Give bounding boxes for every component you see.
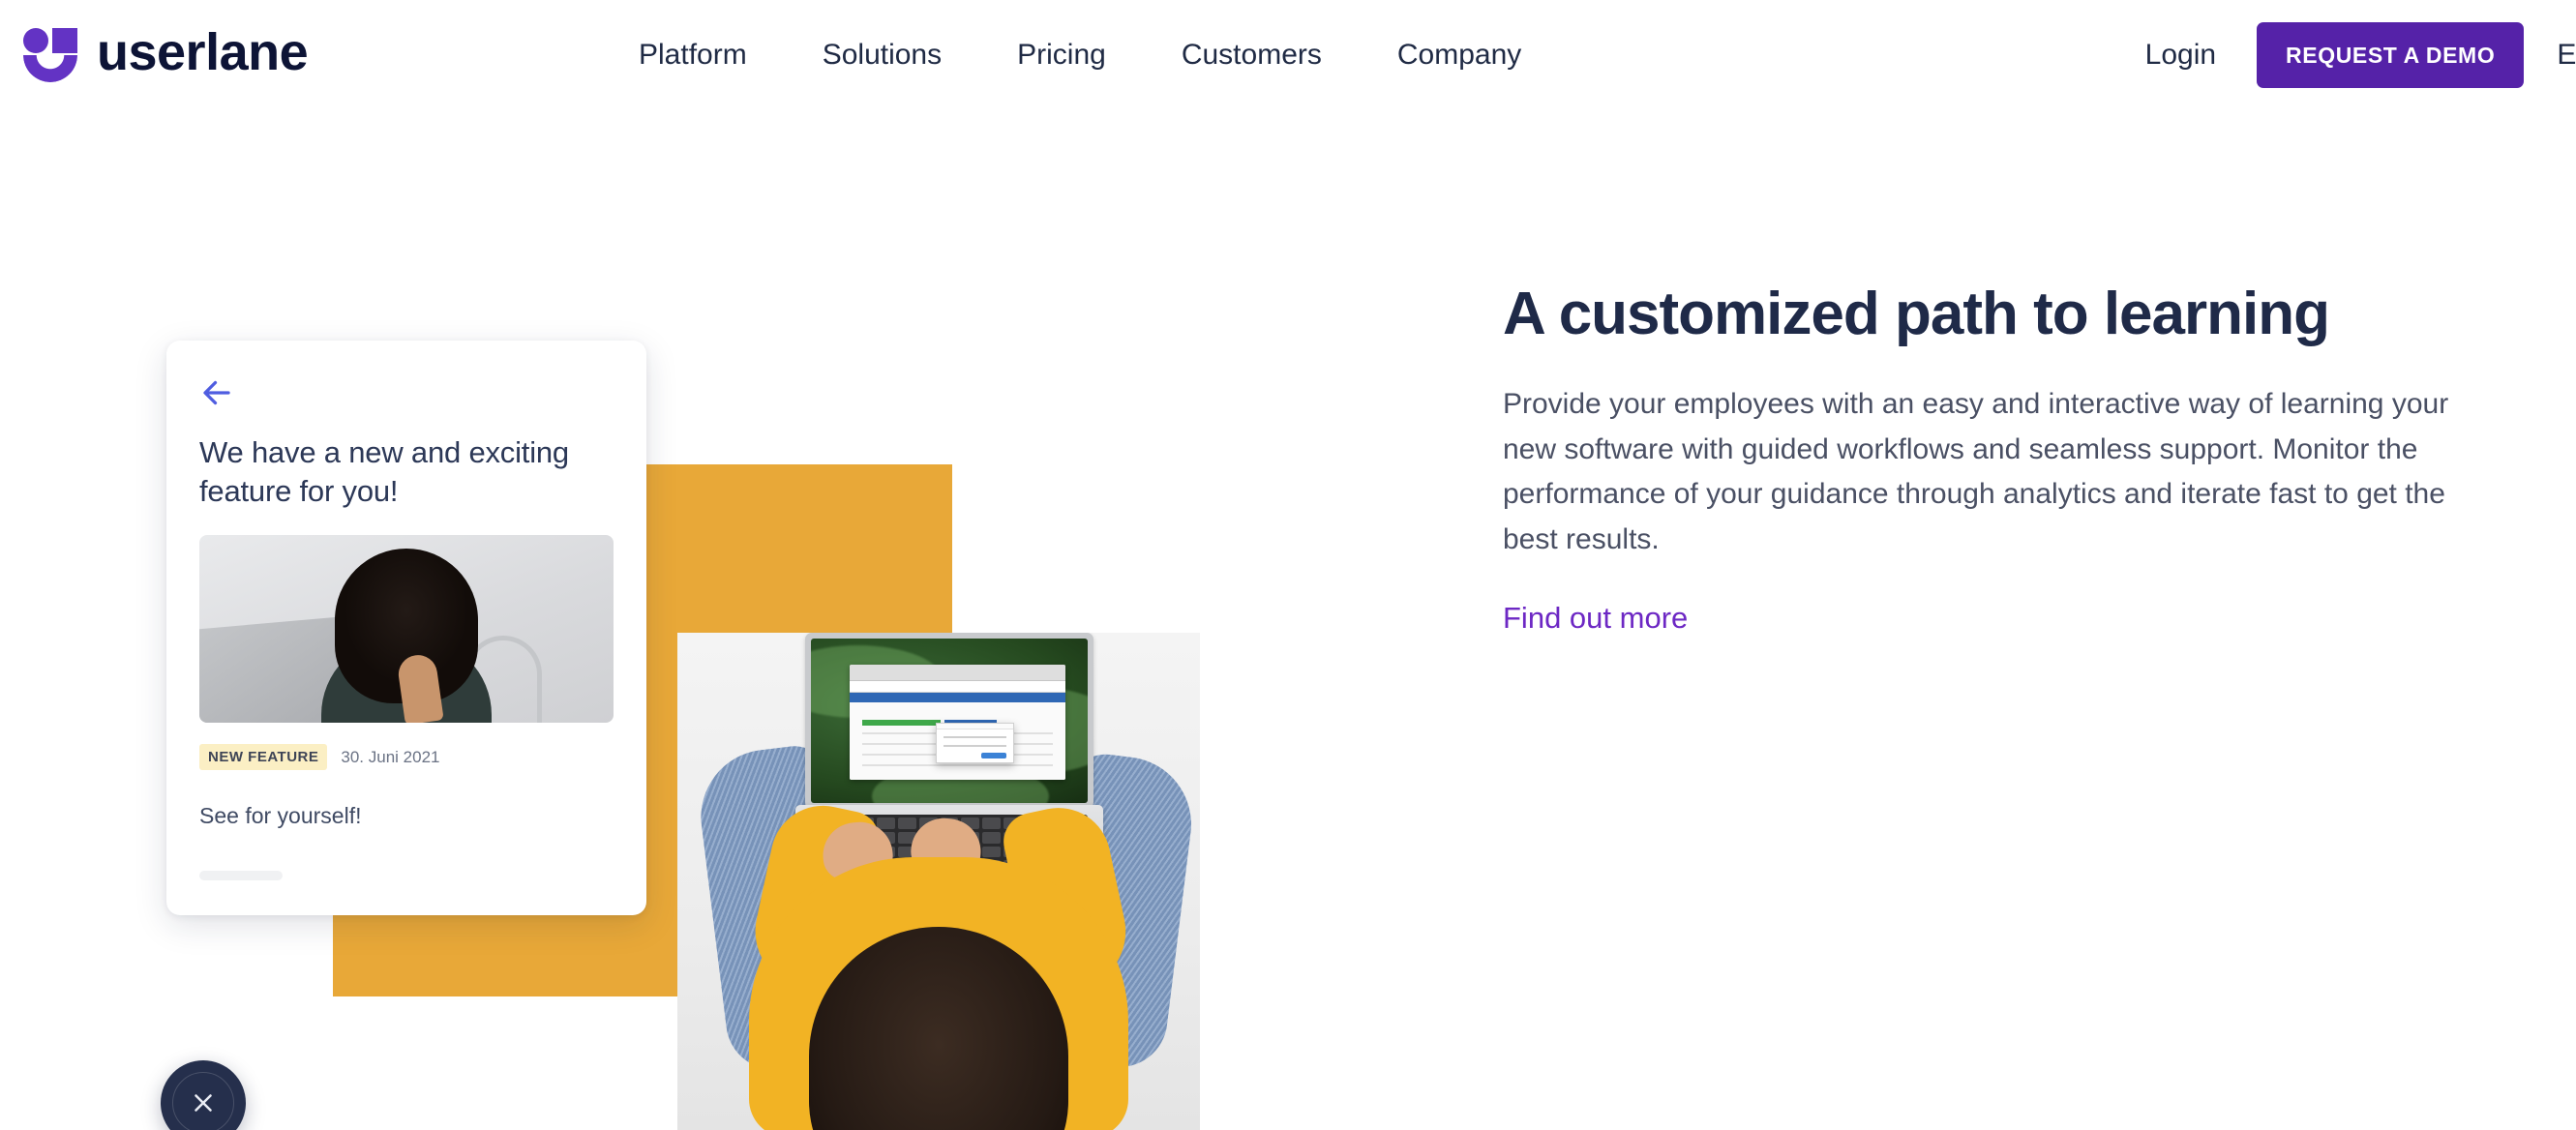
nav-item-solutions[interactable]: Solutions <box>823 41 942 70</box>
nav-item-company[interactable]: Company <box>1397 41 1521 70</box>
browser-window-on-screen <box>850 665 1066 781</box>
language-switcher[interactable]: EN <box>2557 39 2576 72</box>
nav-link-company[interactable]: Company <box>1397 41 1521 70</box>
new-feature-badge: NEW FEATURE <box>199 744 328 771</box>
login-link[interactable]: Login <box>2145 39 2216 72</box>
nav-link-platform[interactable]: Platform <box>639 41 747 70</box>
hero-visual: We have a new and exciting feature for y… <box>0 110 1432 1130</box>
app-header-bar <box>850 692 1066 703</box>
page-title: A customized path to learning <box>1503 281 2330 347</box>
arrow-left-icon[interactable] <box>199 375 234 410</box>
userlane-notification-card: We have a new and exciting feature for y… <box>166 341 646 915</box>
userlane-smile-logo-icon <box>21 24 81 84</box>
logo-dot-shape <box>23 28 48 53</box>
browser-tabbar <box>850 665 1066 681</box>
find-out-more-link[interactable]: Find out more <box>1503 601 1688 636</box>
nav-item-customers[interactable]: Customers <box>1182 41 1322 70</box>
fab-inner-ring <box>172 1072 234 1130</box>
laptop-screen <box>811 639 1088 803</box>
notification-footer-placeholder <box>199 871 283 880</box>
app-content-area <box>850 702 1066 781</box>
brand-logo-link[interactable]: userlane <box>21 19 309 89</box>
browser-urlbar <box>850 680 1066 693</box>
nav-item-platform[interactable]: Platform <box>639 41 747 70</box>
progress-bar-green <box>862 719 941 727</box>
hero-section: We have a new and exciting feature for y… <box>0 110 2576 1130</box>
request-a-demo-button[interactable]: REQUEST A DEMO <box>2257 22 2525 88</box>
nav-link-customers[interactable]: Customers <box>1182 41 1322 70</box>
notification-thumbnail <box>199 535 614 724</box>
notification-title: We have a new and exciting feature for y… <box>199 435 569 508</box>
brand-wordmark: userlane <box>97 23 309 81</box>
notification-cta-text[interactable]: See for yourself! <box>199 803 614 829</box>
close-assistant-button[interactable] <box>161 1060 246 1130</box>
modal-primary-button <box>980 753 1007 759</box>
nav-item-pricing[interactable]: Pricing <box>1017 41 1106 70</box>
hero-description: Provide your employees with an easy and … <box>1503 388 2449 555</box>
app-modal-dialog <box>936 723 1014 763</box>
logo-smile-shape <box>23 55 77 82</box>
hero-copy-column: A customized path to learning Provide yo… <box>1503 281 2480 636</box>
site-header: userlane Platform Solutions Pricing Cust… <box>0 0 2576 110</box>
logo-square-shape <box>52 28 77 53</box>
nav-link-pricing[interactable]: Pricing <box>1017 41 1106 70</box>
modal-titlebar <box>937 724 1013 730</box>
person-with-laptop-photo <box>677 633 1200 1130</box>
modal-body-lines <box>944 735 1006 751</box>
laptop-lid <box>805 633 1093 809</box>
header-actions: Login REQUEST A DEMO EN <box>2145 0 2576 110</box>
nav-link-solutions[interactable]: Solutions <box>823 41 942 70</box>
notification-meta-row: NEW FEATURE 30. Juni 2021 <box>199 744 614 771</box>
notification-date: 30. Juni 2021 <box>341 747 440 766</box>
primary-navigation: Platform Solutions Pricing Customers Com… <box>639 0 1521 110</box>
